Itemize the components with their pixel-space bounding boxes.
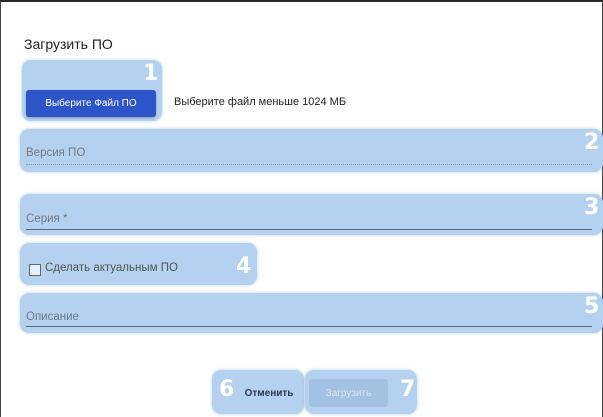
series-field-underline (26, 229, 592, 230)
version-field-underline (26, 164, 592, 165)
description-field-underline (26, 326, 592, 327)
description-field-label: Описание (26, 311, 79, 323)
cancel-button[interactable]: Отменить (238, 380, 300, 406)
file-size-hint: Выберите файл меньше 1024 МБ (174, 96, 347, 108)
highlight-region-description (20, 293, 603, 333)
upload-button[interactable]: Загрузить (309, 379, 388, 407)
choose-file-button[interactable]: Выберите Файл ПО (26, 90, 156, 117)
step-marker-2: 2 (584, 130, 600, 155)
version-field-label: Версия ПО (26, 147, 86, 159)
checkbox-square[interactable] (29, 264, 41, 276)
step-marker-5: 5 (584, 294, 600, 319)
series-field-label: Серия * (26, 213, 68, 225)
step-marker-3: 3 (584, 195, 600, 220)
step-marker-1: 1 (143, 61, 159, 86)
highlight-region-version (20, 129, 603, 172)
make-actual-label: Сделать актуальным ПО (45, 262, 178, 274)
step-marker-6: 6 (219, 377, 235, 402)
step-marker-4: 4 (236, 254, 252, 279)
dialog-title: Загрузить ПО (24, 36, 113, 52)
step-marker-7: 7 (400, 377, 416, 402)
